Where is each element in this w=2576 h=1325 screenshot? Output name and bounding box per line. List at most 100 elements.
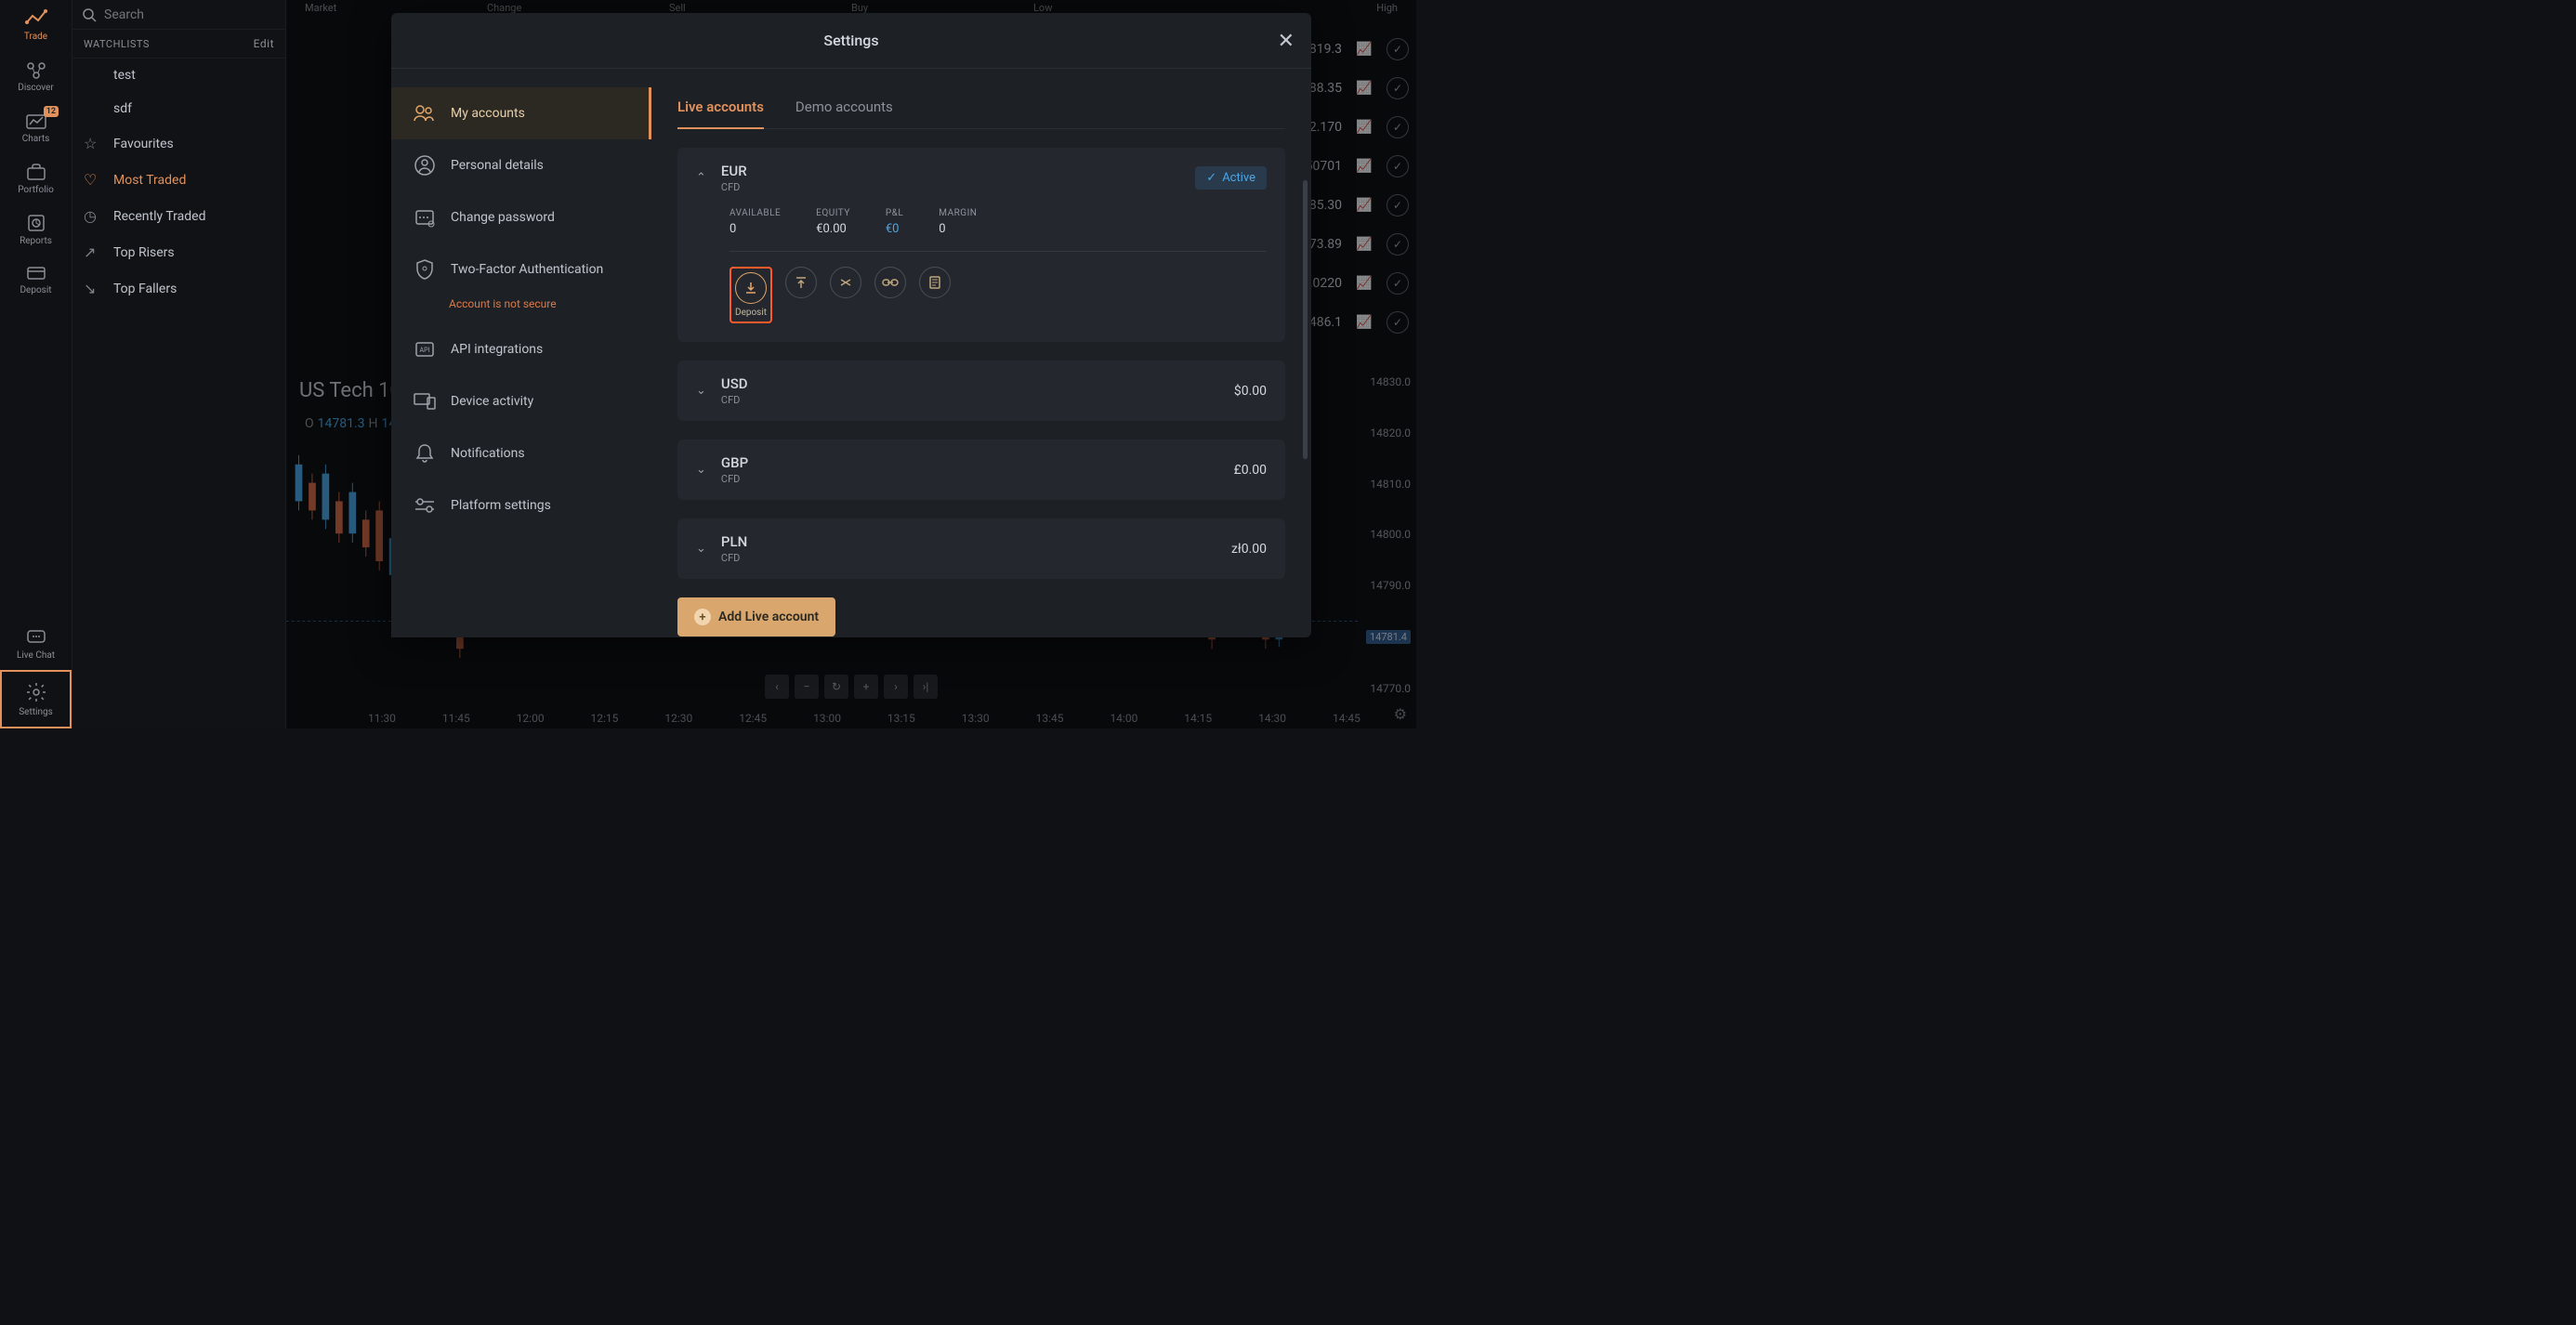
check-icon: ✓	[1206, 171, 1216, 185]
nav-settings[interactable]: Settings	[0, 670, 72, 728]
nav-label: Personal details	[451, 158, 544, 173]
nav-two-factor[interactable]: Two-Factor Authentication Account is not…	[391, 243, 651, 323]
chevron-down-icon: ⌄	[696, 384, 706, 398]
wl-label: Most Traded	[113, 173, 186, 188]
nav-charts-label: Charts	[22, 134, 50, 144]
nav-chat-label: Live Chat	[17, 650, 55, 661]
active-label: Active	[1222, 171, 1255, 185]
nav-portfolio[interactable]: Portfolio	[0, 153, 72, 204]
watchlist-sidebar: WATCHLISTS Edit test sdf ☆Favourites ♡ Mo…	[72, 0, 286, 728]
modal-overlay: Settings ✕ My accounts	[286, 0, 1416, 728]
account-name: EUR	[721, 163, 747, 179]
wl-label: Favourites	[113, 137, 174, 151]
wl-label: test	[113, 68, 136, 83]
nav-device-activity[interactable]: Device activity	[391, 375, 651, 427]
nav-deposit[interactable]: Deposit	[0, 256, 72, 305]
stat-value: €0	[886, 222, 903, 236]
account-card-eur: ⌃ EUR CFD ✓ Active	[677, 148, 1285, 342]
settings-nav: My accounts Personal details	[391, 69, 651, 637]
nav-trade[interactable]: Trade	[0, 0, 72, 51]
portfolio-icon	[25, 163, 47, 181]
nav-label: Platform settings	[451, 498, 551, 513]
devices-icon	[412, 388, 438, 414]
clock-icon: ◷	[84, 207, 104, 225]
nav-platform-settings[interactable]: Platform settings	[391, 479, 651, 531]
nav-label: Device activity	[451, 394, 533, 409]
account-balance: zł0.00	[1231, 542, 1267, 557]
stat-label: P&L	[886, 208, 903, 218]
account-header-pln[interactable]: ⌄ PLN CFD zł0.00	[677, 518, 1285, 579]
heart-icon: ♡	[84, 171, 104, 189]
stat-value: 0	[729, 222, 781, 236]
nav-personal-details[interactable]: Personal details	[391, 139, 651, 191]
svg-text:API: API	[420, 347, 430, 354]
add-live-account-button[interactable]: + Add Live account	[677, 597, 835, 636]
search-row[interactable]	[72, 0, 285, 30]
two-factor-warning: Account is not secure	[449, 297, 557, 310]
wl-label: Recently Traded	[113, 209, 205, 224]
statement-button[interactable]	[919, 267, 951, 298]
nav-reports[interactable]: Reports	[0, 204, 72, 256]
nav-change-password[interactable]: Change password	[391, 191, 651, 243]
scrollbar[interactable]	[1303, 180, 1308, 459]
account-header-gbp[interactable]: ⌄ GBP CFD £0.00	[677, 439, 1285, 500]
link-button[interactable]	[874, 267, 906, 298]
watchlist-item-risers[interactable]: ↗Top Risers	[72, 234, 285, 270]
settings-content: Live accounts Demo accounts ⌃ EUR CFD	[651, 69, 1311, 637]
main-content: Market Change Sell Buy Low High 14,819.3…	[286, 0, 1416, 728]
add-live-label: Add Live account	[718, 610, 819, 624]
nav-notifications[interactable]: Notifications	[391, 427, 651, 479]
charts-badge: 12	[44, 106, 59, 117]
stat-value: €0.00	[816, 222, 850, 236]
bell-icon	[412, 440, 438, 466]
deposit-button[interactable]	[735, 272, 767, 304]
search-input[interactable]	[104, 7, 234, 22]
api-icon: API	[412, 336, 438, 362]
trend-down-icon: ↘	[84, 280, 104, 297]
account-type: CFD	[721, 552, 747, 564]
trade-icon	[25, 9, 47, 28]
nav-label: Notifications	[451, 446, 525, 461]
lock-icon	[412, 204, 438, 230]
nav-label: Two-Factor Authentication	[451, 262, 603, 277]
account-type: CFD	[721, 181, 747, 193]
modal-title: Settings	[823, 32, 878, 49]
nav-discover[interactable]: Discover	[0, 51, 72, 102]
stat-label: MARGIN	[939, 208, 977, 218]
discover-icon	[25, 60, 47, 79]
account-header-eur[interactable]: ⌃ EUR CFD ✓ Active	[677, 148, 1285, 208]
account-balance: $0.00	[1234, 384, 1267, 399]
watchlist-item-test[interactable]: test	[72, 59, 285, 92]
nav-api-integrations[interactable]: API API integrations	[391, 323, 651, 375]
watchlist-item-most-traded[interactable]: ♡ Most Traded	[72, 162, 285, 198]
account-type: CFD	[721, 394, 748, 406]
nav-portfolio-label: Portfolio	[18, 185, 54, 195]
transfer-button[interactable]	[830, 267, 861, 298]
user-icon	[412, 152, 438, 178]
watchlist-item-sdf[interactable]: sdf	[72, 92, 285, 125]
watchlist-item-recent[interactable]: ◷ Recently Traded	[72, 198, 285, 234]
nav-label: My accounts	[451, 106, 525, 121]
watchlist-item-fallers[interactable]: ↘Top Fallers	[72, 270, 285, 307]
watchlists-edit[interactable]: Edit	[254, 37, 274, 50]
tab-demo-accounts[interactable]: Demo accounts	[795, 87, 893, 128]
watchlist-item-favourites[interactable]: ☆Favourites	[72, 125, 285, 162]
tab-live-accounts[interactable]: Live accounts	[677, 87, 764, 128]
withdraw-button[interactable]	[785, 267, 817, 298]
account-name: PLN	[721, 533, 747, 550]
sliders-icon	[412, 492, 438, 518]
watchlists-header: WATCHLISTS	[84, 38, 150, 50]
account-card-pln: ⌄ PLN CFD zł0.00	[677, 518, 1285, 579]
chat-icon	[25, 628, 47, 647]
nav-discover-label: Discover	[18, 83, 54, 93]
nav-charts[interactable]: 12 Charts	[0, 102, 72, 153]
nav-label: API integrations	[451, 342, 543, 357]
deposit-highlight: Deposit	[729, 267, 772, 323]
account-header-usd[interactable]: ⌄ USD CFD $0.00	[677, 361, 1285, 421]
nav-settings-label: Settings	[19, 707, 53, 717]
nav-live-chat[interactable]: Live Chat	[0, 619, 72, 670]
shield-icon	[412, 256, 438, 282]
chevron-down-icon: ⌄	[696, 463, 706, 477]
close-icon[interactable]: ✕	[1278, 30, 1295, 53]
nav-my-accounts[interactable]: My accounts	[391, 87, 651, 139]
